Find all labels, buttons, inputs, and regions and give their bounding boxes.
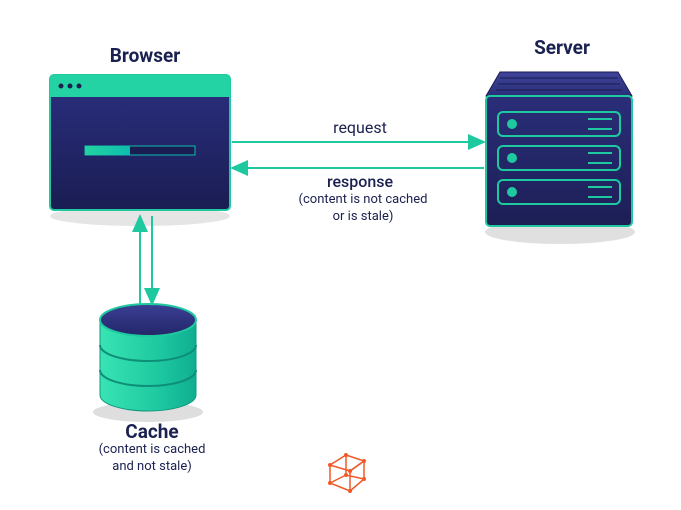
response-note: (content is not cached or is stale) bbox=[278, 192, 448, 226]
cache-illustration bbox=[93, 304, 203, 422]
logo-icon bbox=[328, 453, 366, 493]
diagram-canvas bbox=[0, 0, 681, 510]
browser-illustration bbox=[50, 75, 230, 226]
cache-title: Cache bbox=[112, 420, 192, 443]
server-illustration bbox=[485, 72, 635, 244]
browser-title: Browser bbox=[100, 44, 190, 67]
cache-subtitle: (content is cached and not stale) bbox=[82, 442, 222, 476]
response-label: response bbox=[300, 172, 420, 191]
server-title: Server bbox=[522, 36, 602, 59]
request-label: request bbox=[300, 118, 420, 137]
